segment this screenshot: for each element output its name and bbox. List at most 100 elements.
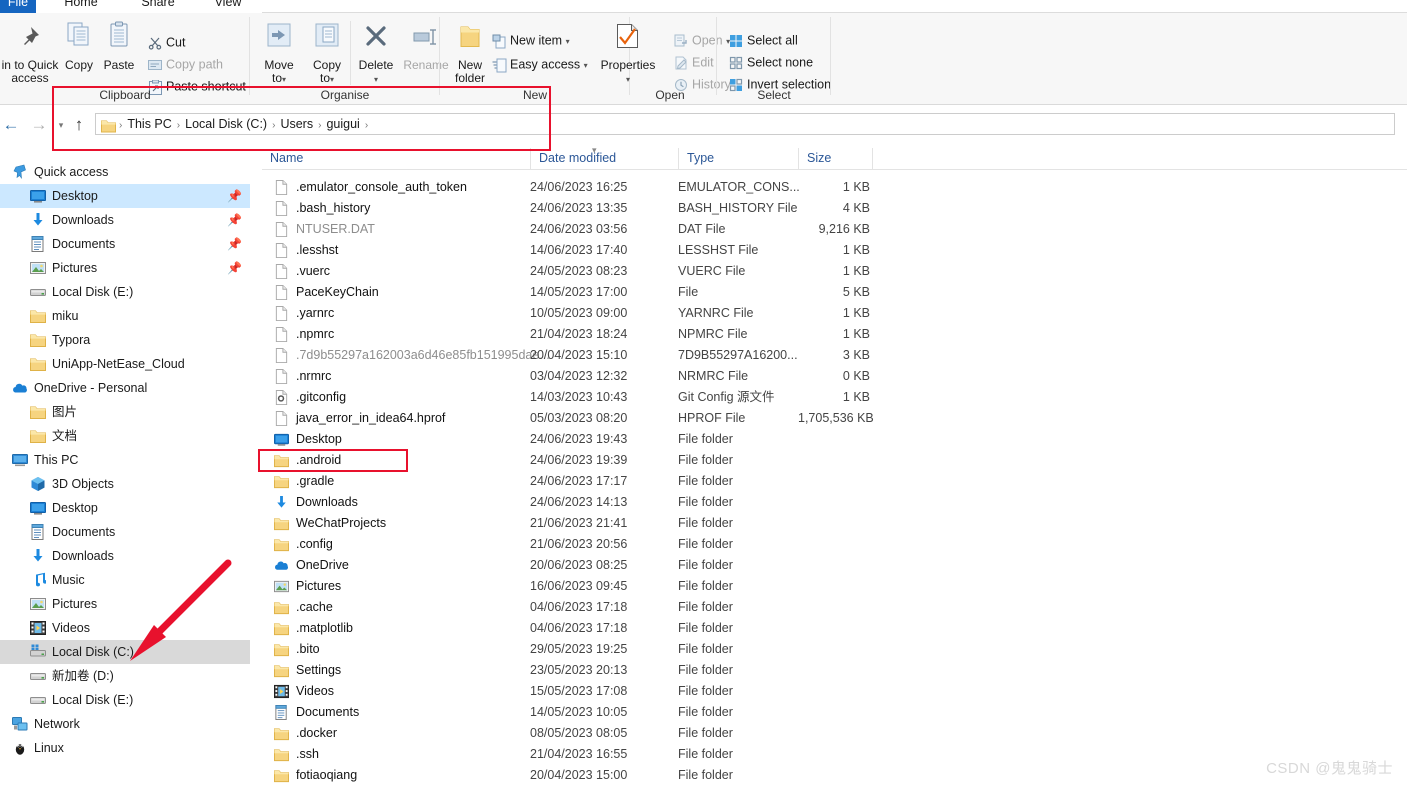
pin-icon[interactable]: 📌 [227,232,242,256]
back-button[interactable]: ← [0,114,22,136]
copy-button[interactable]: Copy [60,17,98,72]
table-row[interactable]: .config 21/06/2023 20:56 File folder [262,534,1407,555]
sidebar-item-desktop[interactable]: Desktop [0,496,250,520]
column-header-date-modified[interactable]: Date modified [530,148,678,170]
sidebar-item-uniapp-netease-cloud[interactable]: UniApp-NetEase_Cloud [0,352,250,376]
table-row[interactable]: .gradle 24/06/2023 17:17 File folder [262,471,1407,492]
table-row[interactable]: .bito 29/05/2023 19:25 File folder [262,639,1407,660]
table-row[interactable]: Documents 14/05/2023 10:05 File folder [262,702,1407,723]
sidebar-item-documents[interactable]: Documents 📌 [0,232,250,256]
chevron-down-icon[interactable]: ▾ [374,75,378,84]
table-row[interactable]: OneDrive 20/06/2023 08:25 File folder [262,555,1407,576]
copy-to-button[interactable]: Copy to▾ [303,17,351,86]
new-item-button[interactable]: New item ▾ [488,29,570,51]
table-row[interactable]: .gitconfig 14/03/2023 10:43 Git Config 源文件… [262,387,1407,408]
table-row[interactable]: .npmrc 21/04/2023 18:24 NPMRC File 1 KB [262,324,1407,345]
sidebar-item-downloads[interactable]: Downloads [0,544,250,568]
column-header-size[interactable]: Size [798,148,872,170]
up-button[interactable]: ↑ [68,114,90,136]
paste-button[interactable]: Paste [98,17,140,72]
navigation-pane[interactable]: Quick access Desktop 📌 Downloads 📌 Documents 📌… [0,160,250,788]
sidebar-item-local-disk-c[interactable]: Local Disk (C:) [0,640,250,664]
table-row[interactable]: .bash_history 24/06/2023 13:35 BASH_HISTOR… [262,198,1407,219]
chevron-down-icon[interactable]: ▾ [282,75,286,84]
copy-path-button[interactable]: Copy path [144,53,223,75]
sidebar-item-pictures[interactable]: Pictures [0,592,250,616]
table-row[interactable]: .lesshst 14/06/2023 17:40 LESSHST File 1 KB [262,240,1407,261]
sidebar-item-miku[interactable]: miku [0,304,250,328]
column-header-name[interactable]: Name ▾ [262,145,597,170]
table-row[interactable]: .ssh 21/04/2023 16:55 File folder [262,744,1407,765]
sidebar-item-linux[interactable]: Linux [0,736,250,760]
table-row[interactable]: Settings 23/05/2023 20:13 File folder [262,660,1407,681]
breadcrumb-users[interactable]: Users [276,114,317,134]
file-list[interactable]: .emulator_console_auth_token 24/06/2023 1… [262,177,1407,788]
breadcrumb-this-pc[interactable]: This PC [123,114,175,134]
sidebar-item-local-disk-e[interactable]: Local Disk (E:) [0,688,250,712]
select-all-icon [725,30,747,52]
tab-view[interactable]: View [194,0,262,13]
sidebar-item-typora[interactable]: Typora [0,328,250,352]
sidebar-item-[interactable]: 图片 [0,400,250,424]
properties-button[interactable]: Properties ▾ [588,17,668,86]
pin-icon[interactable]: 📌 [227,184,242,208]
breadcrumb-local-disk-c[interactable]: Local Disk (C:) [181,114,271,134]
file-size-cell: 1 KB [842,180,870,194]
sidebar-item-documents[interactable]: Documents [0,520,250,544]
column-header-type[interactable]: Type [678,148,798,170]
table-row[interactable]: .yarnrc 10/05/2023 09:00 YARNRC File 1 KB [262,303,1407,324]
sidebar-item-[interactable]: 文档 [0,424,250,448]
table-row[interactable]: Downloads 24/06/2023 14:13 File folder [262,492,1407,513]
table-row[interactable]: .vuerc 24/05/2023 08:23 VUERC File 1 KB [262,261,1407,282]
sidebar-item-3d-objects[interactable]: 3D Objects [0,472,250,496]
pin-icon[interactable]: 📌 [227,256,242,280]
sidebar-item-onedrive-personal[interactable]: OneDrive - Personal [0,376,250,400]
delete-button[interactable]: Delete ▾ [352,17,400,86]
table-row[interactable]: java_error_in_idea64.hprof 05/03/2023 08:… [262,408,1407,429]
table-row[interactable]: .emulator_console_auth_token 24/06/2023 1… [262,177,1407,198]
desktop-icon [30,500,46,516]
select-all-button[interactable]: Select all [725,29,798,51]
sidebar-item-network[interactable]: Network [0,712,250,736]
easy-access-button[interactable]: Easy access ▾ [488,53,588,75]
sidebar-item-quick-access[interactable]: Quick access [0,160,250,184]
forward-button[interactable]: → [28,114,50,136]
tab-home[interactable]: Home [40,0,122,13]
ribbon-group-label-open: Open [655,88,685,102]
cut-button[interactable]: Cut [144,31,185,53]
table-row[interactable]: .docker 08/05/2023 08:05 File folder [262,723,1407,744]
sidebar-item-desktop[interactable]: Desktop 📌 [0,184,250,208]
sidebar-item-pictures[interactable]: Pictures 📌 [0,256,250,280]
sidebar-item-local-disk-e[interactable]: Local Disk (E:) [0,280,250,304]
sidebar-item-music[interactable]: Music [0,568,250,592]
table-row[interactable]: NTUSER.DAT 24/06/2023 03:56 DAT File 9,216 … [262,219,1407,240]
table-row[interactable]: Desktop 24/06/2023 19:43 File folder [262,429,1407,450]
chevron-down-icon[interactable]: ▾ [566,37,570,46]
sidebar-item-this-pc[interactable]: This PC [0,448,250,472]
chevron-down-icon[interactable]: ▾ [626,75,630,84]
pin-to-quick-access-button[interactable]: in to Quick access [0,17,60,85]
table-row[interactable]: fotiaoqiang 20/04/2023 15:00 File folder [262,765,1407,786]
file-date-cell: 15/05/2023 17:08 [530,684,628,698]
table-row[interactable]: Pictures 16/06/2023 09:45 File folder [262,576,1407,597]
edit-button[interactable]: Edit [670,51,714,73]
chevron-down-icon[interactable]: ▾ [330,75,334,84]
table-row[interactable]: WeChatProjects 21/06/2023 21:41 File folde… [262,513,1407,534]
tab-share[interactable]: Share [122,0,194,13]
table-row[interactable]: Videos 15/05/2023 17:08 File folder [262,681,1407,702]
tab-file[interactable]: File [0,0,36,13]
table-row[interactable]: .7d9b55297a162003a6d46e85fb151995dae... 2… [262,345,1407,366]
sidebar-item-downloads[interactable]: Downloads 📌 [0,208,250,232]
sidebar-item-videos[interactable]: Videos [0,616,250,640]
breadcrumb-guigui[interactable]: guigui [322,114,363,134]
select-none-button[interactable]: Select none [725,51,813,73]
pin-icon[interactable]: 📌 [227,208,242,232]
breadcrumb-address-input[interactable]: › This PC › Local Disk (C:) › Users › guigui › [95,113,1395,135]
table-row[interactable]: .cache 04/06/2023 17:18 File folder [262,597,1407,618]
move-to-button[interactable]: Move to▾ [255,17,303,86]
table-row[interactable]: .matplotlib 04/06/2023 17:18 File folder [262,618,1407,639]
sidebar-item-d[interactable]: 新加卷 (D:) [0,664,250,688]
table-row[interactable]: .android 24/06/2023 19:39 File folder [262,450,1407,471]
table-row[interactable]: .nrmrc 03/04/2023 12:32 NRMRC File 0 KB [262,366,1407,387]
table-row[interactable]: PaceKeyChain 14/05/2023 17:00 File 5 KB [262,282,1407,303]
